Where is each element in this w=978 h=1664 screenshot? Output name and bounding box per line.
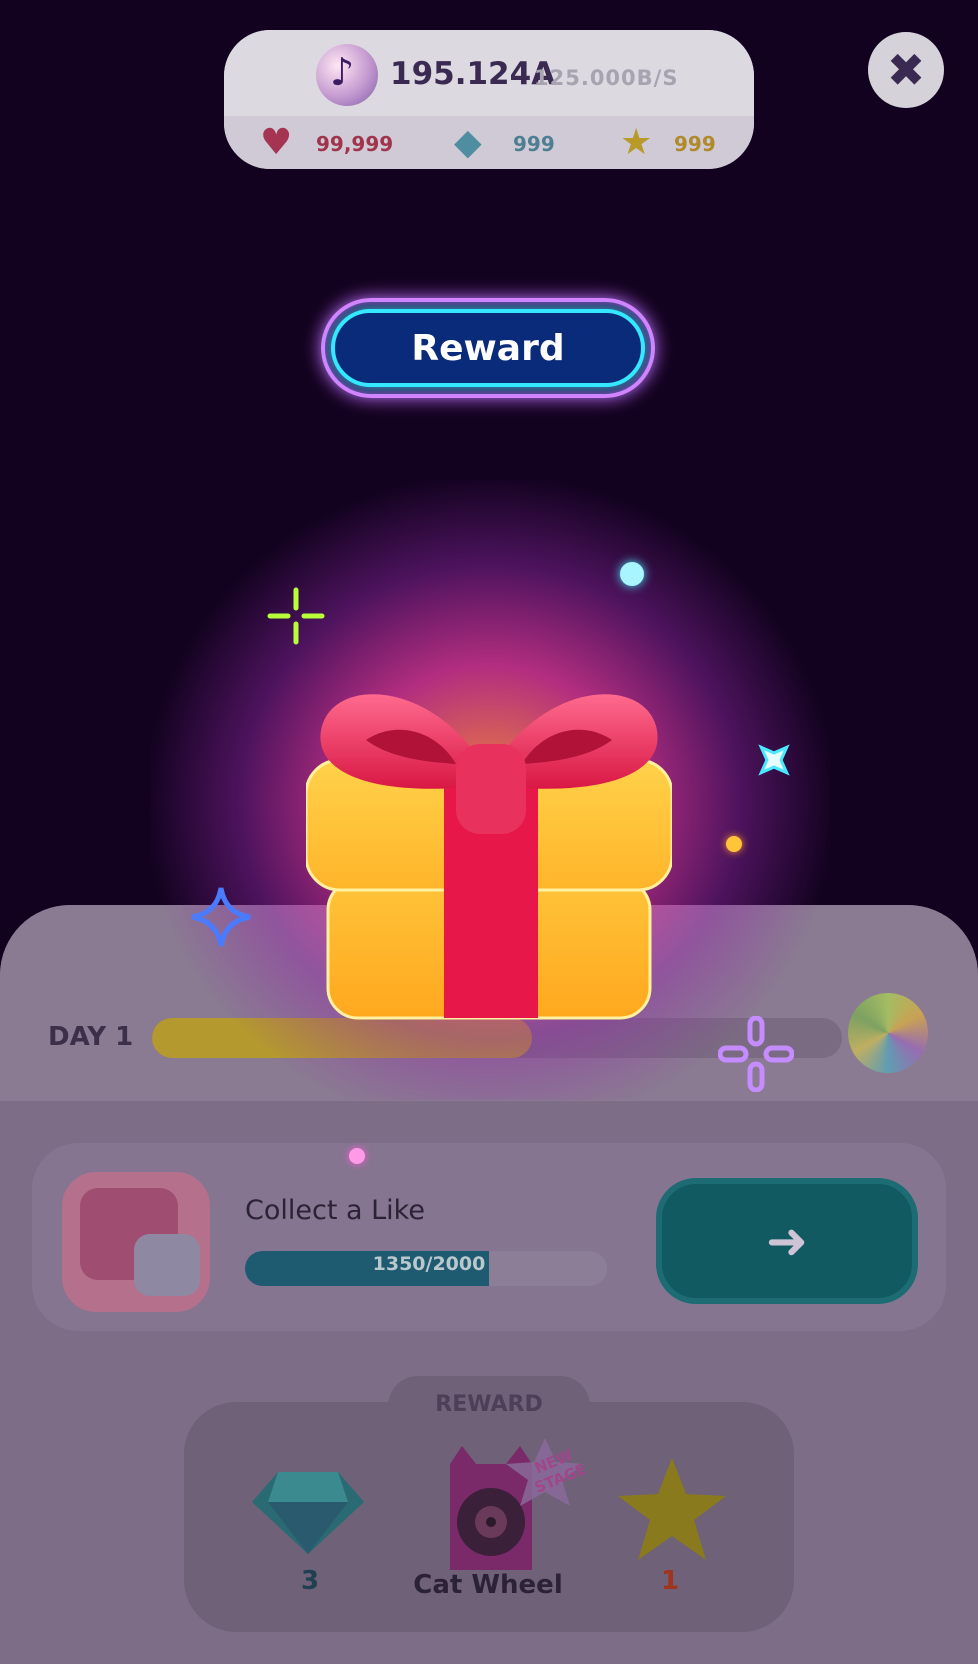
day-label: DAY 1 (48, 1022, 134, 1052)
sparkle-icon (267, 587, 325, 645)
reward-sign-label: Reward (411, 327, 565, 369)
star-icon: ★ (620, 122, 653, 163)
sparkle-icon (191, 887, 251, 947)
gems-value: 999 (513, 132, 555, 156)
sparkle-dot-icon (349, 1148, 365, 1164)
close-icon: ✖ (886, 43, 926, 97)
go-button[interactable]: ➜ (656, 1178, 918, 1304)
mission-title: Collect a Like (245, 1195, 425, 1226)
reward-heading: REWARD (435, 1392, 543, 1417)
gem-icon: ◆ (454, 122, 482, 163)
music-note-coin-icon: ♪ (316, 44, 378, 106)
disco-ball-icon (848, 993, 928, 1073)
camera-cat-icon (62, 1172, 210, 1312)
reward-cat-wheel-label: Cat Wheel (413, 1570, 563, 1600)
close-button[interactable]: ✖ (868, 32, 944, 108)
sparkle-dot-icon (726, 836, 742, 852)
gem-icon (252, 1472, 364, 1554)
star-icon (618, 1458, 726, 1560)
arrow-right-icon: ➜ (766, 1212, 808, 1270)
gift-box-icon[interactable] (306, 690, 672, 1020)
reward-star-count: 1 (660, 1566, 680, 1596)
reward-gem-count: 3 (300, 1566, 320, 1596)
sparkle-icon (718, 1016, 794, 1092)
currency-bar: ♪ 195.124A 125.000B/S ♥ 99,999 ◆ 999 ★ 9… (224, 30, 754, 169)
heart-icon: ♥ (260, 122, 293, 163)
reward-sign: Reward (331, 309, 645, 387)
mission-progress-text: 1350/2000 (372, 1253, 486, 1275)
stars-value: 999 (674, 132, 716, 156)
score-value: 195.124A (390, 56, 556, 92)
sparkle-dot-icon (620, 562, 644, 586)
score-rate: 125.000B/S (534, 66, 679, 90)
hearts-value: 99,999 (316, 132, 394, 156)
sparkle-icon (758, 744, 790, 776)
